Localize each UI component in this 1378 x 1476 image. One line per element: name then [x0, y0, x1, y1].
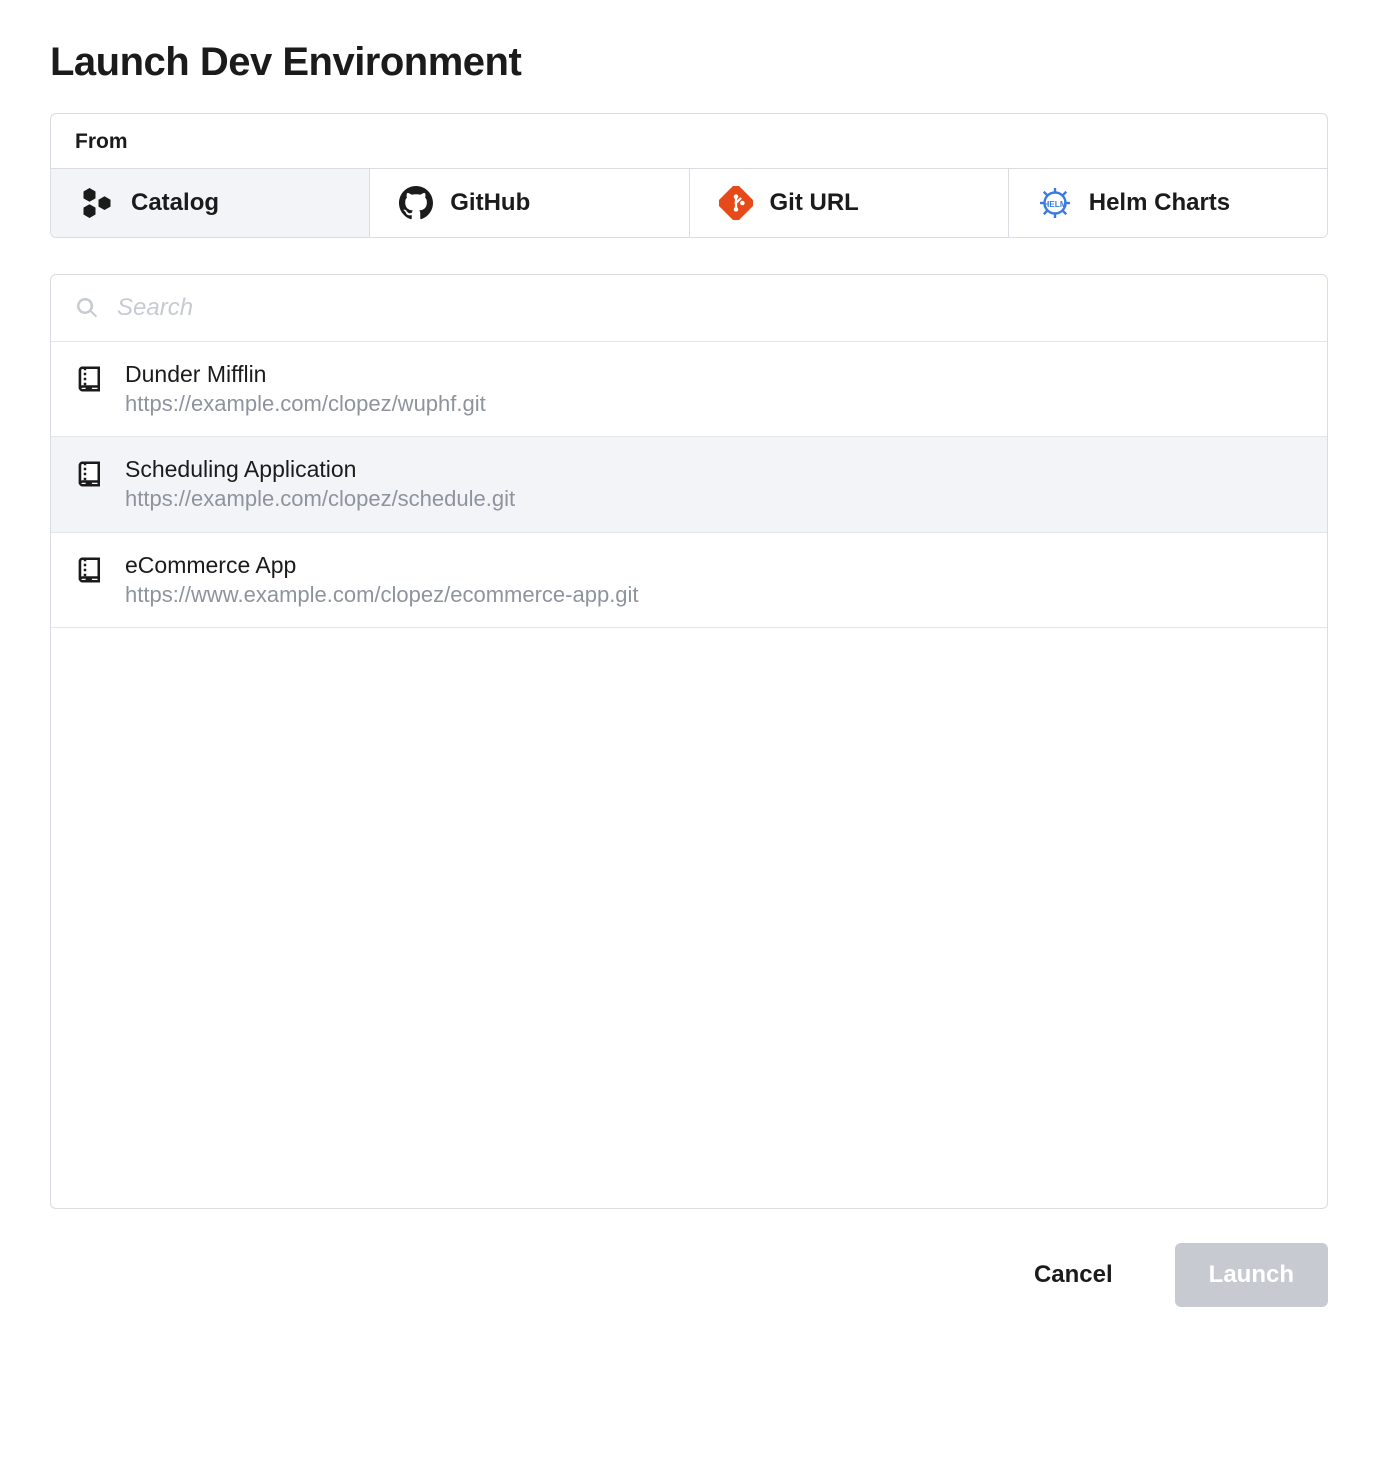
item-name: eCommerce App	[125, 551, 639, 581]
tab-label: GitHub	[450, 189, 530, 217]
tab-label: Helm Charts	[1089, 189, 1230, 217]
tab-helm[interactable]: HELM Helm Charts	[1009, 169, 1327, 237]
helm-icon: HELM	[1037, 185, 1073, 221]
item-url: https://example.com/clopez/schedule.git	[125, 485, 515, 514]
item-name: Scheduling Application	[125, 455, 515, 485]
search-input[interactable]	[115, 293, 1303, 323]
catalog-list: Dunder Mifflin https://example.com/clope…	[51, 342, 1327, 1208]
cancel-button[interactable]: Cancel	[1000, 1243, 1147, 1307]
list-item[interactable]: Dunder Mifflin https://example.com/clope…	[51, 342, 1327, 437]
search-bar	[51, 275, 1327, 342]
list-item[interactable]: eCommerce App https://www.example.com/cl…	[51, 533, 1327, 628]
catalog-list-panel: Dunder Mifflin https://example.com/clope…	[50, 274, 1328, 1209]
tab-label: Git URL	[770, 189, 859, 217]
catalog-icon	[79, 185, 115, 221]
tab-giturl[interactable]: Git URL	[690, 169, 1009, 237]
from-panel: From Catalog GitHub	[50, 113, 1328, 238]
git-icon	[718, 185, 754, 221]
svg-text:HELM: HELM	[1043, 200, 1067, 209]
item-url: https://www.example.com/clopez/ecommerce…	[125, 581, 639, 610]
tab-github[interactable]: GitHub	[370, 169, 689, 237]
from-label: From	[51, 114, 1327, 169]
repo-icon	[75, 459, 105, 489]
github-icon	[398, 185, 434, 221]
tab-label: Catalog	[131, 189, 219, 217]
item-url: https://example.com/clopez/wuphf.git	[125, 390, 486, 419]
from-tabs: Catalog GitHub	[51, 169, 1327, 237]
repo-icon	[75, 555, 105, 585]
list-item[interactable]: Scheduling Application https://example.c…	[51, 437, 1327, 532]
repo-icon	[75, 364, 105, 394]
tab-catalog[interactable]: Catalog	[51, 169, 370, 237]
item-name: Dunder Mifflin	[125, 360, 486, 390]
search-icon	[75, 296, 99, 320]
page-title: Launch Dev Environment	[50, 40, 1328, 85]
launch-button[interactable]: Launch	[1175, 1243, 1328, 1307]
dialog-footer: Cancel Launch	[50, 1243, 1328, 1307]
